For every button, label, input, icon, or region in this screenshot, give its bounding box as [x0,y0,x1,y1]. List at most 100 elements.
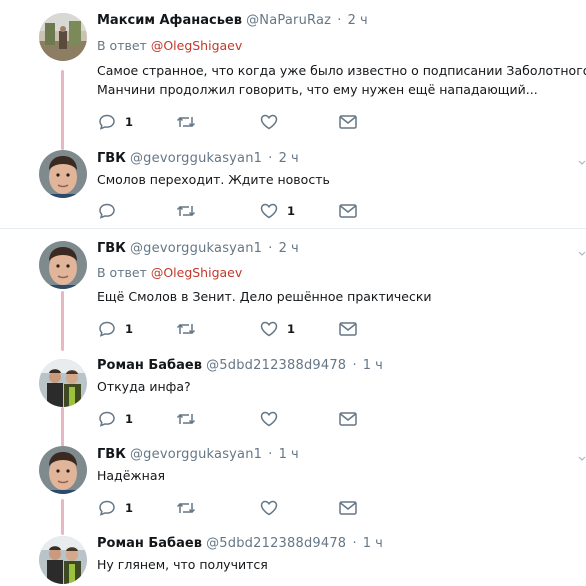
retweet-button[interactable] [176,409,196,429]
mention-link[interactable]: @OlegShigaev [151,265,242,280]
reply-count: 1 [125,412,134,426]
author-name[interactable]: ГВК [97,151,126,166]
reply-count: 1 [125,115,134,129]
tweet-actions: 1 [98,409,368,429]
retweet-button[interactable] [176,112,196,132]
retweet-button[interactable] [176,201,196,221]
message-button[interactable] [339,112,357,132]
tweet-header: ГВК @gevorggukasyan1 · 2 ч [97,241,299,257]
avatar[interactable] [39,13,87,61]
author-handle[interactable]: @NaParuRaz [246,13,331,28]
envelope-icon [339,412,357,426]
tweet-actions: 1 [98,201,368,221]
reply-button[interactable]: 1 [98,498,133,518]
reply-context: В ответ @OlegShigaev [97,265,242,281]
tweet-text: Ну глянем, что получится [97,555,268,574]
tweet[interactable]: ГВК @gevorggukasyan1 · 2 ч В ответ @Oleg… [0,241,586,351]
timestamp[interactable]: 2 ч [279,151,299,166]
reply-button[interactable]: 1 [98,409,133,429]
avatar[interactable] [39,241,87,289]
heart-icon [260,203,278,219]
reply-prefix: В ответ [97,38,147,53]
separator-dot: · [268,151,273,166]
retweet-button[interactable] [176,498,196,518]
timestamp[interactable]: 1 ч [363,358,383,373]
chevron-down-icon[interactable] [578,448,586,461]
tweet[interactable]: Максим Афанасьев @NaParuRaz · 2 ч В отве… [0,0,586,150]
retweet-icon [176,323,196,335]
chevron-down-icon[interactable] [578,243,586,256]
tweet[interactable]: Роман Бабаев @5dbd212388d9478 · 1 ч Ну г… [0,534,586,586]
author-handle[interactable]: @gevorggukasyan1 [130,241,262,256]
like-button[interactable]: 1 [260,319,295,339]
conversation-thread: Максим Афанасьев @NaParuRaz · 2 ч В отве… [0,0,586,586]
tweet-header: Максим Афанасьев @NaParuRaz · 2 ч [97,13,368,29]
message-button[interactable] [339,201,357,221]
tweet-header: Роман Бабаев @5dbd212388d9478 · 1 ч [97,536,383,552]
avatar[interactable] [39,446,87,494]
envelope-icon [339,501,357,515]
tweet[interactable]: Роман Бабаев @5dbd212388d9478 · 1 ч Отку… [0,356,586,446]
avatar[interactable] [39,150,87,198]
reply-context: В ответ @OlegShigaev [97,38,242,54]
like-button[interactable] [260,112,287,132]
timestamp[interactable]: 1 ч [363,536,383,551]
tweet-text: Смолов переходит. Ждите новость [97,170,330,189]
tweet-actions: 1 1 [98,319,368,339]
author-handle[interactable]: @gevorggukasyan1 [130,447,262,462]
retweet-icon [176,116,196,128]
tweet-text-line: Самое странное, что когда уже было извес… [97,63,586,78]
author-handle[interactable]: @5dbd212388d9478 [206,536,346,551]
tweet[interactable]: ГВК @gevorggukasyan1 · 1 ч Надёжная 1 [0,446,586,534]
reply-prefix: В ответ [97,265,147,280]
like-button[interactable] [260,409,287,429]
avatar[interactable] [39,536,87,584]
reply-icon [99,500,115,516]
tweet-text: Надёжная [97,466,165,485]
conversation-separator [0,228,586,229]
author-name[interactable]: Роман Бабаев [97,536,202,551]
reply-button[interactable]: 1 [98,319,133,339]
like-count: 1 [287,204,296,218]
author-handle[interactable]: @5dbd212388d9478 [206,358,346,373]
message-button[interactable] [339,409,357,429]
envelope-icon [339,115,357,129]
separator-dot: · [352,358,357,373]
tweet-header: ГВК @gevorggukasyan1 · 1 ч [97,447,299,463]
heart-icon [260,114,278,130]
author-name[interactable]: Максим Афанасьев [97,13,242,28]
timestamp[interactable]: 1 ч [279,447,299,462]
message-button[interactable] [339,319,357,339]
author-name[interactable]: ГВК [97,241,126,256]
like-button[interactable]: 1 [260,201,295,221]
tweet[interactable]: ГВК @gevorggukasyan1 · 2 ч Смолов перехо… [0,150,586,228]
reply-button[interactable] [98,201,125,221]
like-count: 1 [287,322,296,336]
envelope-icon [339,204,357,218]
reply-count: 1 [125,501,134,515]
tweet-header: ГВК @gevorggukasyan1 · 2 ч [97,151,299,167]
tweet-actions: 1 [98,112,368,132]
reply-icon [99,114,115,130]
author-handle[interactable]: @gevorggukasyan1 [130,151,262,166]
tweet-text-line: Откуда инфа? [97,379,191,394]
tweet-text-line: Надёжная [97,468,166,483]
reply-count: 1 [125,322,134,336]
timestamp[interactable]: 2 ч [279,241,299,256]
like-button[interactable] [260,498,287,518]
retweet-icon [176,205,196,217]
timestamp[interactable]: 2 ч [348,13,368,28]
tweet-text-line: Манчини продолжил говорить, что ему нуже… [97,82,538,97]
chevron-down-icon[interactable] [578,152,586,165]
tweet-header: Роман Бабаев @5dbd212388d9478 · 1 ч [97,358,383,374]
heart-icon [260,500,278,516]
mention-link[interactable]: @OlegShigaev [151,38,242,53]
author-name[interactable]: ГВК [97,447,126,462]
avatar[interactable] [39,359,87,407]
message-button[interactable] [339,498,357,518]
retweet-icon [176,502,196,514]
retweet-icon [176,413,196,425]
reply-button[interactable]: 1 [98,112,133,132]
retweet-button[interactable] [176,319,196,339]
author-name[interactable]: Роман Бабаев [97,358,202,373]
